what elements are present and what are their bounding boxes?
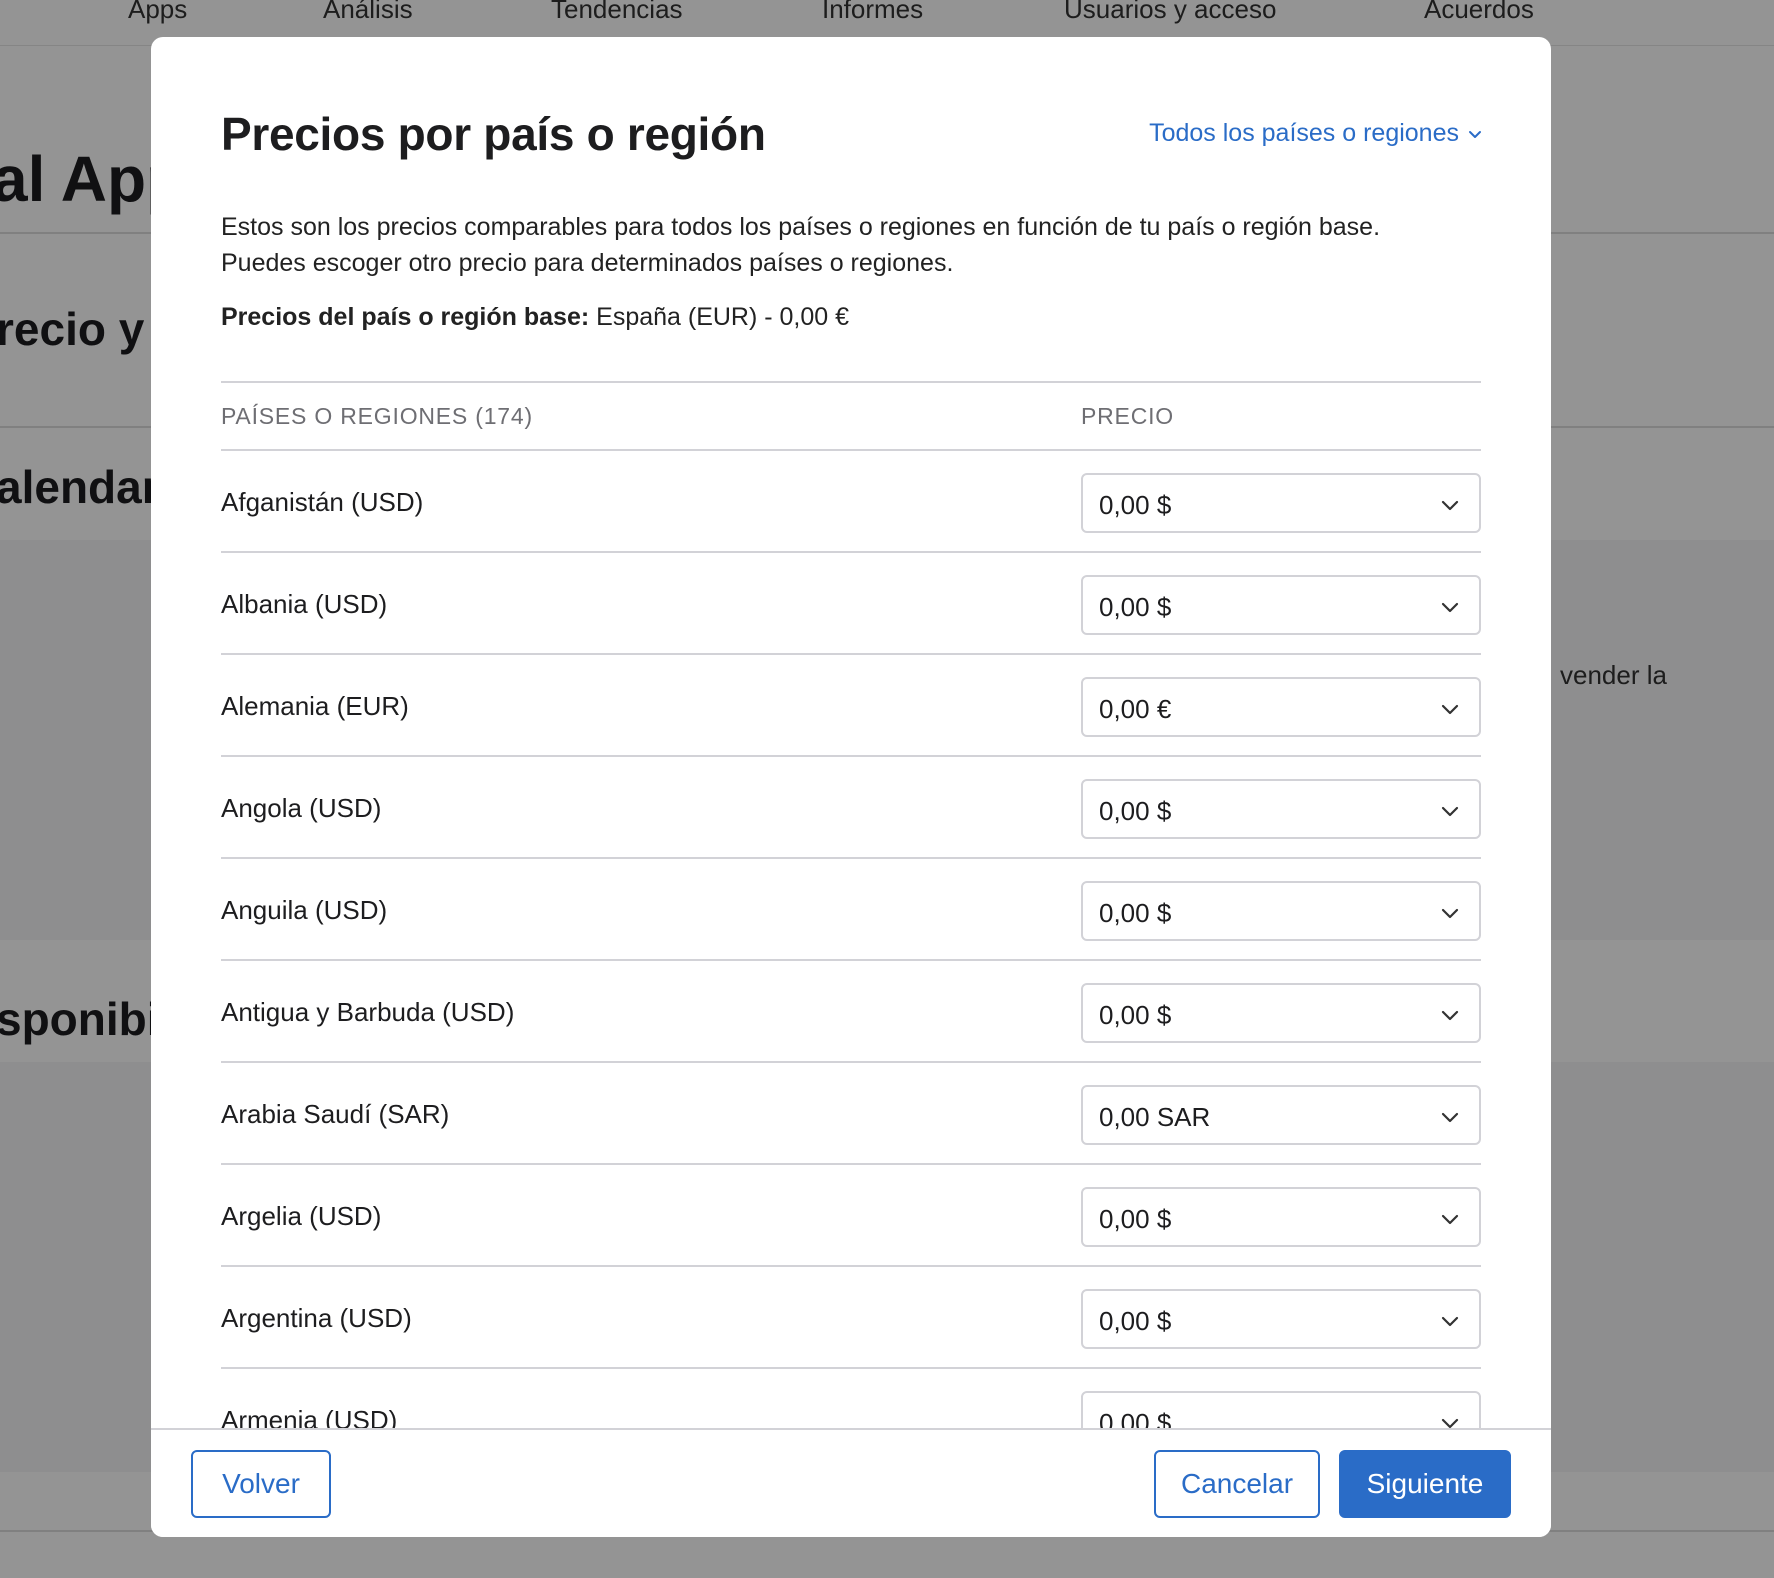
cancel-button[interactable]: Cancelar (1154, 1450, 1320, 1518)
table-row: Armenia (USD) 0,00 $ (221, 1369, 1481, 1428)
description-line: Puedes escoger otro precio para determin… (221, 249, 954, 277)
price-select[interactable]: 0,00 $ (1081, 881, 1481, 941)
country-name: Argelia (USD) (221, 1201, 382, 1231)
country-name: Anguila (USD) (221, 895, 388, 925)
country-name: Afganistán (USD) (221, 487, 424, 517)
price-select[interactable]: 0,00 € (1081, 677, 1481, 737)
chevron-down-icon (1441, 602, 1459, 613)
table-row: Anguila (USD) 0,00 $ (221, 859, 1481, 961)
modal-description: Estos son los precios comparables para t… (221, 209, 1501, 281)
price-select[interactable]: 0,00 $ (1081, 575, 1481, 635)
base-price-value: España (EUR) - 0,00 € (596, 303, 850, 331)
base-price-label: Precios del país o región base: (221, 303, 590, 331)
price-select[interactable]: 0,00 $ (1081, 473, 1481, 533)
chevron-down-icon (1469, 130, 1481, 138)
modal-body: Precios por país o región Todos los país… (151, 37, 1551, 1428)
region-filter-label: Todos los países o regiones (1149, 119, 1459, 147)
modal-title: Precios por país o región (221, 108, 766, 160)
price-value: 0,00 $ (1099, 1000, 1172, 1030)
price-value: 0,00 $ (1099, 1204, 1172, 1234)
chevron-down-icon (1441, 500, 1459, 511)
chevron-down-icon (1441, 1214, 1459, 1225)
country-name: Armenia (USD) (221, 1405, 398, 1428)
column-header-price: PRECIO (1081, 403, 1174, 429)
description-line: Estos son los precios comparables para t… (221, 213, 1381, 241)
chevron-down-icon (1441, 1112, 1459, 1123)
price-value: 0,00 € (1099, 694, 1172, 724)
price-value: 0,00 $ (1099, 1306, 1172, 1336)
table-row: Argelia (USD) 0,00 $ (221, 1165, 1481, 1267)
price-value: 0,00 $ (1099, 592, 1172, 622)
table-row: Afganistán (USD) 0,00 $ (221, 451, 1481, 553)
table-body: Afganistán (USD) 0,00 $ Albania (USD) 0,00 … (221, 451, 1481, 1428)
modal-footer: Volver Cancelar Siguiente (151, 1428, 1551, 1537)
table-row: Albania (USD) 0,00 $ (221, 553, 1481, 655)
price-value: 0,00 $ (1099, 898, 1172, 928)
price-value: 0,00 $ (1099, 796, 1172, 826)
table-row: Argentina (USD) 0,00 $ (221, 1267, 1481, 1369)
price-value: 0,00 SAR (1099, 1102, 1211, 1132)
country-name: Angola (USD) (221, 793, 382, 823)
chevron-down-icon (1441, 908, 1459, 919)
country-name: Antigua y Barbuda (USD) (221, 997, 515, 1027)
price-select[interactable]: 0,00 $ (1081, 983, 1481, 1043)
table-row: Angola (USD) 0,00 $ (221, 757, 1481, 859)
price-select[interactable]: 0,00 $ (1081, 1187, 1481, 1247)
table-row: Antigua y Barbuda (USD) 0,00 $ (221, 961, 1481, 1063)
pricing-modal: Precios por país o región Todos los país… (151, 37, 1551, 1537)
pricing-table: PAÍSES O REGIONES (174) PRECIO Afganistá… (221, 381, 1481, 1428)
price-select[interactable]: 0,00 $ (1081, 1289, 1481, 1349)
price-select[interactable]: 0,00 $ (1081, 779, 1481, 839)
column-header-country: PAÍSES O REGIONES (174) (221, 403, 533, 429)
price-value: 0,00 $ (1099, 490, 1172, 520)
price-value: 0,00 $ (1099, 1408, 1172, 1428)
table-row: Arabia Saudí (SAR) 0,00 SAR (221, 1063, 1481, 1165)
price-select[interactable]: 0,00 SAR (1081, 1085, 1481, 1145)
table-header: PAÍSES O REGIONES (174) PRECIO (221, 381, 1481, 451)
chevron-down-icon (1441, 1418, 1459, 1428)
next-button[interactable]: Siguiente (1339, 1450, 1511, 1518)
chevron-down-icon (1441, 806, 1459, 817)
country-name: Alemania (EUR) (221, 691, 409, 721)
country-name: Argentina (USD) (221, 1303, 412, 1333)
back-button[interactable]: Volver (191, 1450, 331, 1518)
chevron-down-icon (1441, 1010, 1459, 1021)
table-row: Alemania (EUR) 0,00 € (221, 655, 1481, 757)
price-select[interactable]: 0,00 $ (1081, 1391, 1481, 1428)
country-name: Albania (USD) (221, 589, 388, 619)
chevron-down-icon (1441, 704, 1459, 715)
chevron-down-icon (1441, 1316, 1459, 1327)
region-filter-dropdown[interactable]: Todos los países o regiones (1149, 119, 1483, 148)
country-name: Arabia Saudí (SAR) (221, 1099, 450, 1129)
base-price: Precios del país o región base: España (… (221, 303, 849, 332)
